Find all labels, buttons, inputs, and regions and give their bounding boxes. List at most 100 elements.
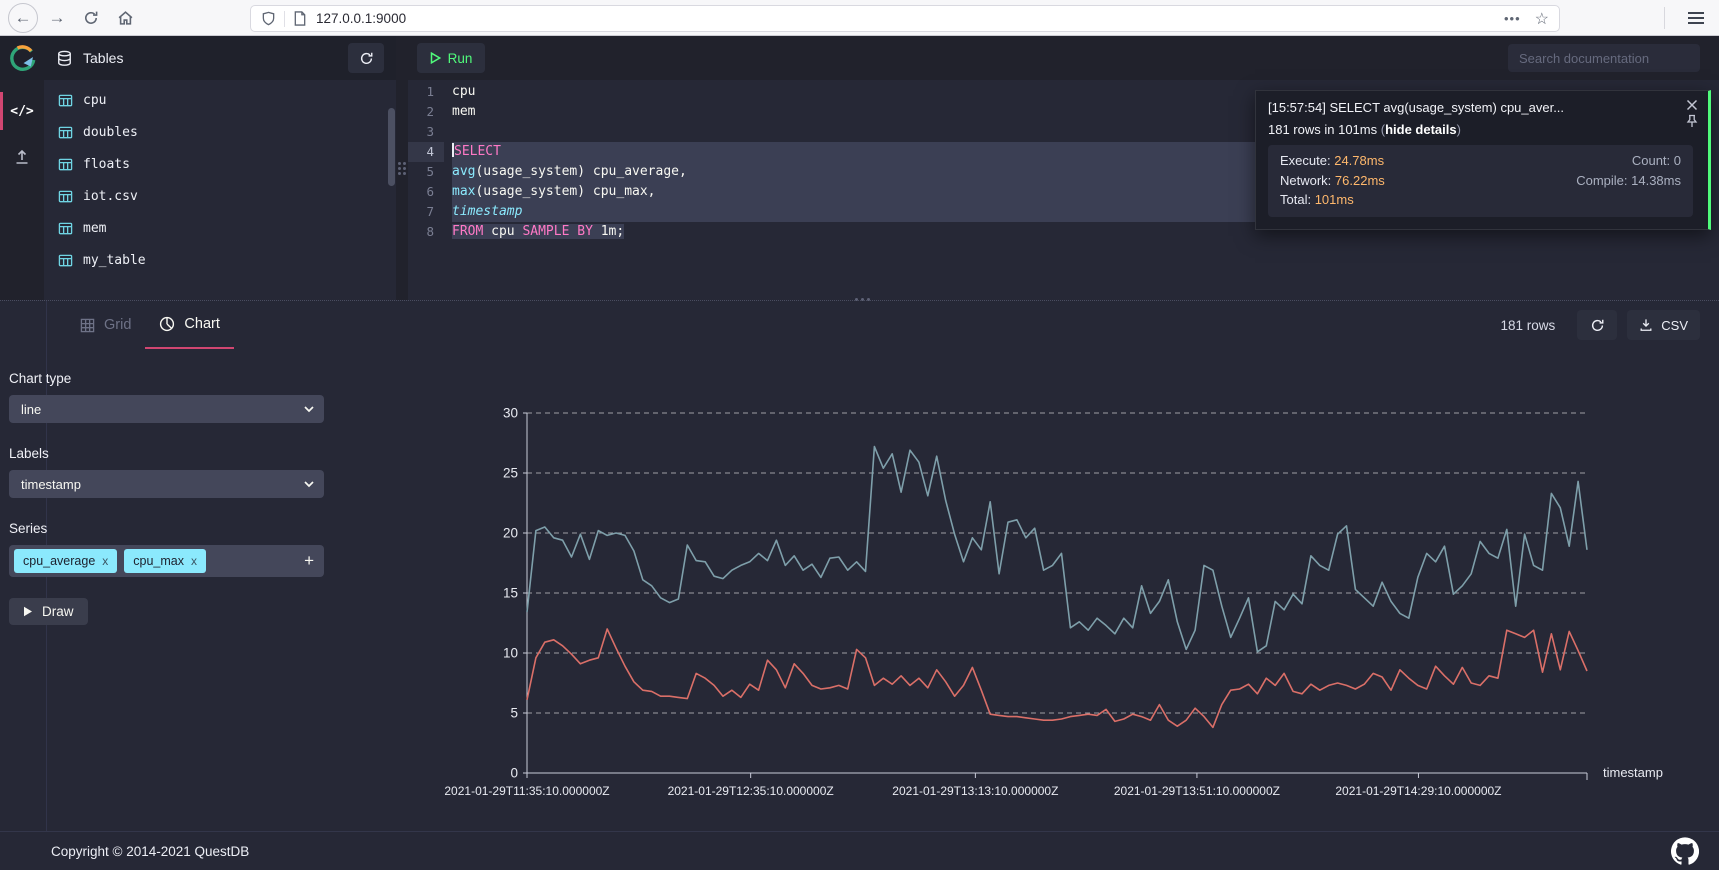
table-row[interactable]: my_table xyxy=(44,244,396,276)
run-button[interactable]: Run xyxy=(417,43,485,73)
pin-icon[interactable] xyxy=(1686,114,1698,128)
table-row[interactable]: cpu xyxy=(44,84,396,116)
table-icon xyxy=(58,125,73,140)
bookmark-star-icon[interactable]: ☆ xyxy=(1535,9,1549,29)
series-chip[interactable]: cpu_averagex xyxy=(14,549,117,573)
rail-item-console[interactable]: </> xyxy=(0,88,44,134)
chart-type-select[interactable]: line xyxy=(9,395,324,423)
reload-button[interactable] xyxy=(76,3,106,33)
questdb-logo[interactable] xyxy=(0,36,44,80)
refresh-icon xyxy=(359,51,374,66)
chip-remove-icon[interactable]: x xyxy=(191,554,197,568)
series-chips: cpu_averagex cpu_max x xyxy=(14,549,304,573)
labels-select[interactable]: timestamp xyxy=(9,470,324,498)
stats-left-column: Execute: 24.78ms Network: 76.22ms Total:… xyxy=(1280,152,1385,209)
line-chart[interactable]: 0510152025302021-01-29T11:35:10.000000Z2… xyxy=(420,349,1710,819)
series-box[interactable]: cpu_averagex cpu_max x + xyxy=(9,545,324,577)
table-name: cpu xyxy=(83,93,106,108)
url-bar[interactable]: 127.0.0.1:9000 ••• ☆ xyxy=(250,5,1560,32)
svg-text:2021-01-29T12:35:10.000000Z: 2021-01-29T12:35:10.000000Z xyxy=(668,784,834,798)
table-name: my_table xyxy=(83,253,146,268)
tab-chart[interactable]: Chart xyxy=(145,301,233,349)
row-count: 181 rows xyxy=(1500,318,1555,333)
chart-canvas: 0510152025302021-01-29T11:35:10.000000Z2… xyxy=(420,349,1710,819)
grid-icon xyxy=(80,318,95,333)
page-icon[interactable] xyxy=(293,11,307,26)
svg-text:2021-01-29T13:13:10.000000Z: 2021-01-29T13:13:10.000000Z xyxy=(892,784,1058,798)
line-number: 2 xyxy=(408,102,444,122)
svg-text:0: 0 xyxy=(510,766,518,781)
svg-text:20: 20 xyxy=(503,526,518,541)
database-icon xyxy=(56,50,73,67)
table-icon xyxy=(58,221,73,236)
svg-text:5: 5 xyxy=(510,706,518,721)
results-refresh-button[interactable] xyxy=(1577,310,1617,340)
table-icon xyxy=(58,189,73,204)
tables-header: Tables xyxy=(44,36,396,80)
search-documentation-input[interactable] xyxy=(1508,44,1700,72)
query-notification: [15:57:54] SELECT avg(usage_system) cpu_… xyxy=(1255,90,1711,230)
table-name: mem xyxy=(83,221,106,236)
stats-right-column: Count: 0 Compile: 14.38ms xyxy=(1576,152,1681,209)
back-button[interactable]: ← xyxy=(8,3,38,33)
url-text[interactable]: 127.0.0.1:9000 xyxy=(316,11,1504,26)
series-chip-label: cpu_max xyxy=(133,554,184,568)
footer: Copyright © 2014-2021 QuestDB xyxy=(0,831,1719,870)
labels-value: timestamp xyxy=(21,477,81,492)
tables-scrollbar[interactable] xyxy=(388,108,395,186)
chip-remove-icon[interactable]: x xyxy=(102,554,108,568)
code-icon: </> xyxy=(10,104,33,119)
rail-item-import[interactable] xyxy=(0,134,44,180)
code-line-text: FROM cpu SAMPLE BY 1m; xyxy=(452,222,624,242)
series-chip[interactable]: cpu_max x xyxy=(124,549,206,573)
questdb-console: </> Tables cpu doubles floats iot.csv mem my_… xyxy=(0,36,1719,870)
home-button[interactable] xyxy=(110,3,140,33)
table-icon xyxy=(58,93,73,108)
side-rail: </> xyxy=(0,36,44,300)
table-row[interactable]: mem xyxy=(44,212,396,244)
line-number: 1 xyxy=(408,82,444,102)
play-icon xyxy=(23,606,33,617)
forward-button[interactable]: → xyxy=(42,3,72,33)
copyright-text: Copyright © 2014-2021 QuestDB xyxy=(51,844,1671,859)
toolbar-divider xyxy=(1664,7,1665,29)
csv-download-button[interactable]: CSV xyxy=(1627,310,1700,340)
tab-grid[interactable]: Grid xyxy=(66,301,145,349)
hide-details-link[interactable]: hide details xyxy=(1385,122,1457,137)
line-number: 5 xyxy=(408,162,444,182)
table-icon xyxy=(58,157,73,172)
chart-type-value: line xyxy=(21,402,41,417)
page-actions-icon[interactable]: ••• xyxy=(1504,11,1521,26)
run-button-label: Run xyxy=(448,51,473,66)
svg-text:timestamp: timestamp xyxy=(1603,765,1663,780)
table-icon xyxy=(58,253,73,268)
labels-label: Labels xyxy=(9,446,324,461)
close-icon[interactable] xyxy=(1686,99,1698,111)
drag-handle-icon xyxy=(398,162,406,175)
series-label: Series xyxy=(9,521,324,536)
compile-stat: Compile: 14.38ms xyxy=(1576,172,1681,190)
chart-controls: Chart type line Labels timestamp Series … xyxy=(9,349,324,625)
menu-icon[interactable] xyxy=(1687,10,1705,26)
svg-text:2021-01-29T14:29:10.000000Z: 2021-01-29T14:29:10.000000Z xyxy=(1335,784,1501,798)
questdb-logo-icon xyxy=(7,43,37,73)
notification-title: [15:57:54] SELECT avg(usage_system) cpu_… xyxy=(1268,100,1673,115)
notification-summary: 181 rows in 101ms (hide details) xyxy=(1268,122,1696,137)
github-icon[interactable] xyxy=(1671,837,1699,865)
shield-icon[interactable] xyxy=(261,11,276,26)
browser-chrome: ← → 127.0.0.1:9000 ••• ☆ xyxy=(0,0,1719,36)
table-row[interactable]: iot.csv xyxy=(44,180,396,212)
tables-refresh-button[interactable] xyxy=(348,43,384,73)
table-name: iot.csv xyxy=(83,189,138,204)
draw-button[interactable]: Draw xyxy=(9,598,88,625)
table-row[interactable]: doubles xyxy=(44,116,396,148)
table-row[interactable]: floats xyxy=(44,148,396,180)
series-cpu_max xyxy=(527,447,1587,652)
add-series-button[interactable]: + xyxy=(304,551,314,571)
tab-chart-label: Chart xyxy=(184,316,219,332)
panel-splitter[interactable] xyxy=(396,36,408,300)
results-tabbar: Grid Chart 181 rows CSV xyxy=(0,301,1719,349)
chevron-down-icon xyxy=(303,478,315,490)
table-name: floats xyxy=(83,157,130,172)
svg-text:2021-01-29T11:35:10.000000Z: 2021-01-29T11:35:10.000000Z xyxy=(444,784,609,798)
